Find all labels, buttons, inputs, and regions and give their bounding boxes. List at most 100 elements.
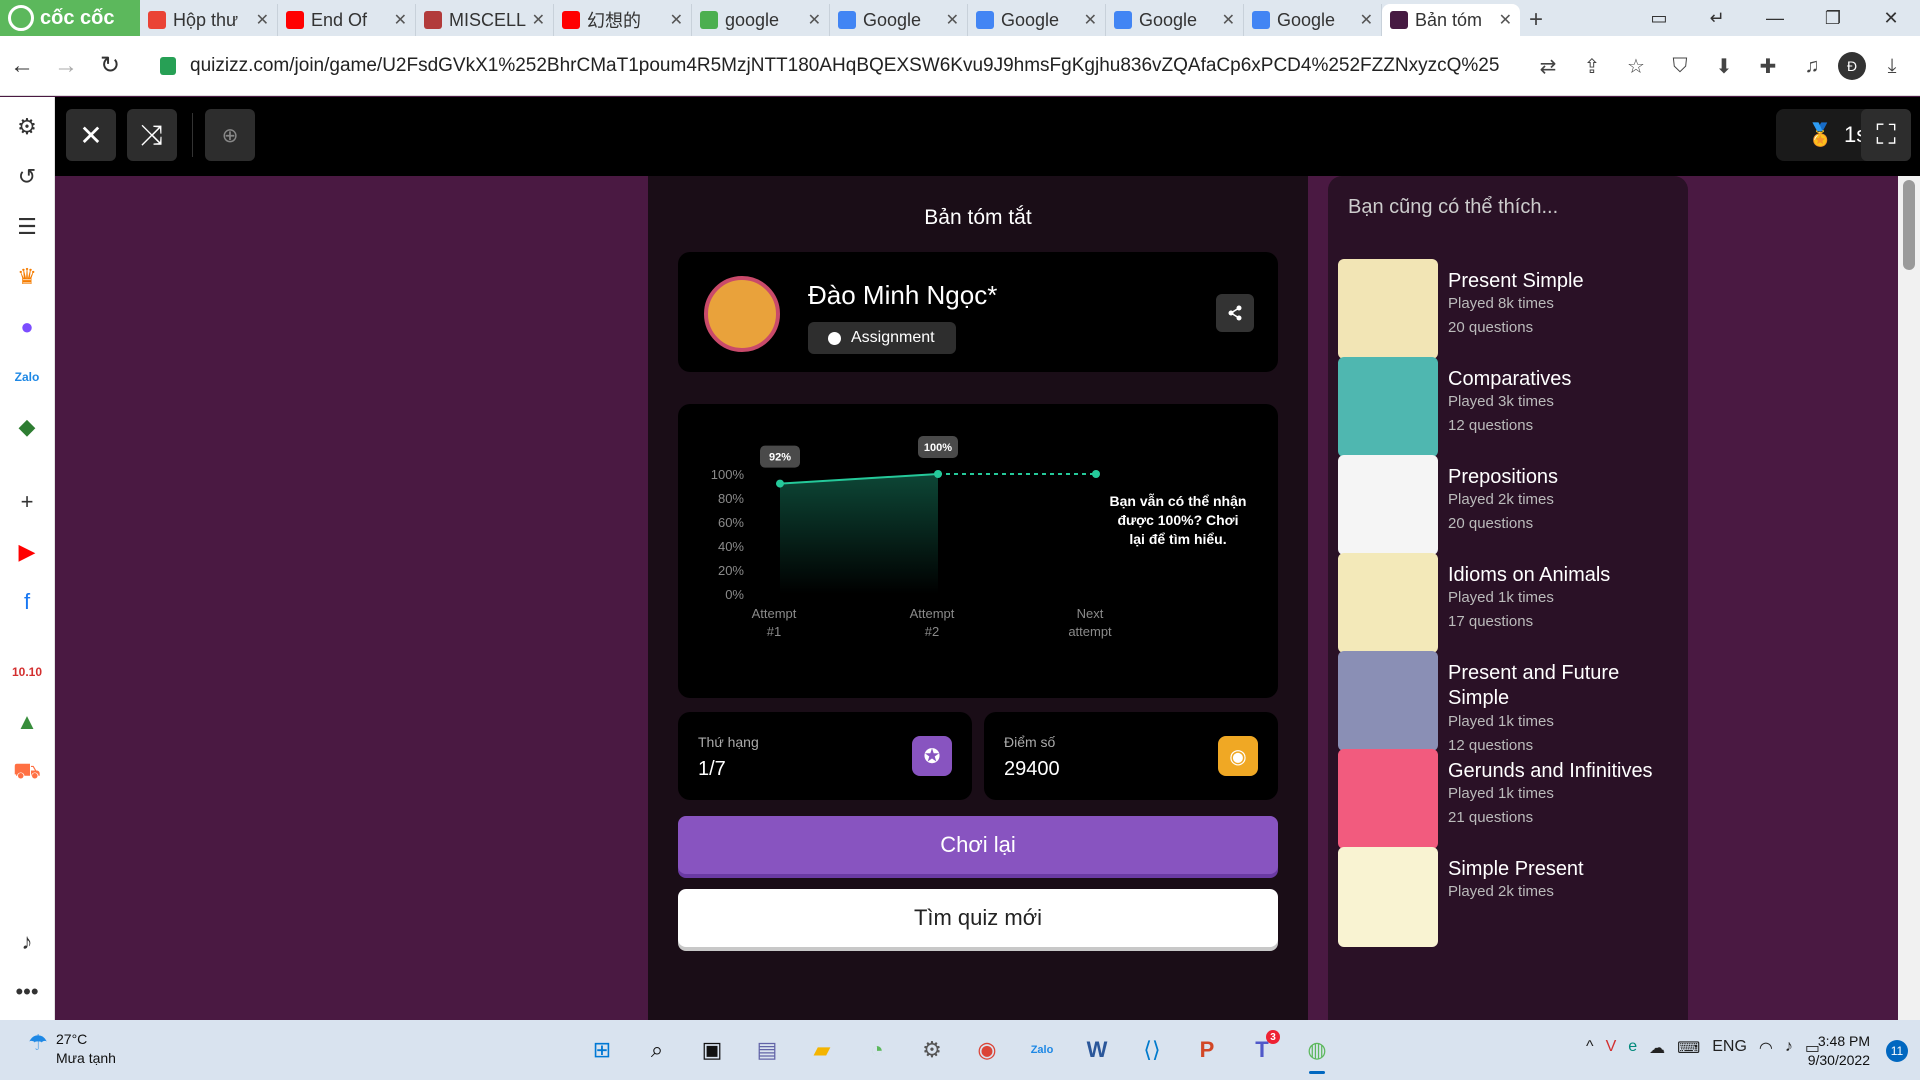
recommendation-item[interactable]: Idioms on Animals Played 1k times 17 quest… (1338, 553, 1678, 655)
shield-icon[interactable]: ⛉ (1662, 46, 1698, 86)
find-new-quiz-button[interactable]: Tìm quiz mới (678, 889, 1278, 947)
browser-tab[interactable]: Google ✕ (1106, 4, 1244, 36)
zalo-taskbar-icon[interactable]: Zalo (1022, 1030, 1062, 1070)
powerpoint-icon[interactable]: P (1187, 1030, 1227, 1070)
cloud-icon[interactable]: ☁ (1649, 1038, 1665, 1058)
tab-close-icon[interactable]: ✕ (808, 10, 821, 30)
media-icon[interactable]: ♫ (1794, 46, 1830, 86)
minimize-button[interactable]: — (1746, 8, 1804, 29)
tab-close-icon[interactable]: ✕ (670, 10, 683, 30)
zalo-icon[interactable]: Zalo (12, 362, 42, 392)
cart-icon[interactable]: ⛟ (12, 757, 42, 787)
recommendation-item[interactable]: Comparatives Played 3k times 12 questions (1338, 357, 1678, 459)
browser-tab[interactable]: Google ✕ (968, 4, 1106, 36)
download-icon[interactable]: ⬇ (1706, 46, 1742, 86)
youtube-icon[interactable]: ▶ (12, 537, 42, 567)
antivirus-icon[interactable]: V (1606, 1038, 1617, 1058)
tab-close-icon[interactable]: ✕ (394, 10, 407, 30)
close-window-button[interactable]: ✕ (1862, 8, 1920, 29)
share-button[interactable] (1216, 294, 1254, 332)
new-tab-button[interactable]: + (1520, 4, 1552, 36)
tab-close-icon[interactable]: ✕ (1360, 10, 1373, 30)
messenger-icon[interactable]: ● (12, 312, 42, 342)
tab-close-icon[interactable]: ✕ (1222, 10, 1235, 30)
teams-icon[interactable]: T3 (1242, 1030, 1282, 1070)
word-icon[interactable]: W (1077, 1030, 1117, 1070)
browser-tab[interactable]: End Of ✕ (278, 4, 416, 36)
wifi-icon[interactable]: ◠ (1759, 1038, 1773, 1058)
shop-sale-icon[interactable]: 10.10 (12, 657, 42, 687)
more-dots-icon[interactable]: ••• (12, 977, 42, 1007)
translate-icon[interactable]: ⇄ (1530, 46, 1566, 86)
reload-button[interactable]: ↻ (88, 51, 132, 80)
vscode-icon[interactable]: ⟨⟩ (1132, 1030, 1172, 1070)
recommendations-title: Bạn cũng có thể thích... (1348, 196, 1559, 218)
gamepad-icon[interactable]: ◆ (12, 412, 42, 442)
coccoc-active-icon[interactable]: ◍ (1297, 1030, 1337, 1074)
shuffle-icon[interactable]: ⤨ (127, 109, 177, 161)
weather-widget[interactable]: ☂ 27°C Mưa tạnh (28, 1030, 116, 1068)
replay-button[interactable]: Chơi lại (678, 816, 1278, 874)
url-field[interactable]: quizizz.com/join/game/U2FsdGVkX1%252BhrC… (160, 46, 1500, 86)
fullscreen-button[interactable]: ⛶ (1861, 109, 1911, 161)
recommendation-item[interactable]: Simple Present Played 2k times (1338, 847, 1678, 949)
browser-tab[interactable]: Bản tóm ✕ (1382, 4, 1520, 36)
chevron-up-icon[interactable]: ^ (1586, 1038, 1594, 1058)
profile-avatar[interactable]: Đ (1838, 52, 1866, 80)
history-icon[interactable]: ↺ (12, 162, 42, 192)
system-clock[interactable]: 3:48 PM 9/30/2022 (1808, 1032, 1870, 1070)
coccoc-logo-icon (8, 5, 34, 31)
zoom-icon[interactable]: ⊕ (205, 109, 255, 161)
browser-tab[interactable]: 幻想的 ✕ (554, 4, 692, 36)
back-history-icon[interactable]: ↵ (1688, 8, 1746, 29)
chat-icon[interactable]: ▤ (747, 1030, 787, 1070)
settings-icon[interactable]: ⚙ (912, 1030, 952, 1070)
file-explorer-icon[interactable]: ▰ (802, 1030, 842, 1070)
settings-gear-icon[interactable]: ⚙ (12, 112, 42, 142)
tab-close-icon[interactable]: ✕ (1499, 10, 1512, 30)
browser-tab[interactable]: Google ✕ (830, 4, 968, 36)
education-cap-icon[interactable]: ▲ (12, 707, 42, 737)
browser-tab[interactable]: Google ✕ (1244, 4, 1382, 36)
facebook-icon[interactable]: f (12, 587, 42, 617)
tab-close-icon[interactable]: ✕ (532, 10, 545, 30)
tab-favicon-icon (286, 11, 304, 29)
downloads-tray-icon[interactable]: ⤓ (1874, 46, 1910, 86)
windows-start-icon[interactable]: ⊞ (582, 1030, 622, 1070)
bell-icon[interactable]: ♪ (12, 927, 42, 957)
crown-icon[interactable]: ♛ (12, 262, 42, 292)
search-icon[interactable]: ⌕ (637, 1030, 677, 1070)
add-sidebar-icon[interactable]: + (12, 487, 42, 517)
back-button[interactable]: ← (0, 52, 44, 80)
recommendation-item[interactable]: Gerunds and Infinitives Played 1k times 21… (1338, 749, 1678, 851)
page-scrollbar[interactable] (1898, 176, 1920, 1020)
browser-tab[interactable]: google ✕ (692, 4, 830, 36)
notification-count[interactable]: 11 (1886, 1040, 1908, 1062)
recommendation-title: Comparatives (1448, 368, 1572, 390)
browser-tab[interactable]: MISCELL ✕ (416, 4, 554, 36)
close-quiz-button[interactable]: ✕ (66, 109, 116, 161)
volume-icon[interactable]: ♪ (1785, 1038, 1793, 1058)
language-indicator[interactable]: ENG (1712, 1038, 1747, 1058)
browser-tab[interactable]: Hộp thư ✕ (140, 4, 278, 36)
task-view-icon[interactable]: ▣ (692, 1030, 732, 1070)
restore-button[interactable]: ❐ (1804, 8, 1862, 29)
tab-close-icon[interactable]: ✕ (1084, 10, 1097, 30)
forward-button[interactable]: → (44, 52, 88, 80)
tab-close-icon[interactable]: ✕ (946, 10, 959, 30)
extensions-icon[interactable]: ✚ (1750, 46, 1786, 86)
chrome-icon[interactable]: ◉ (967, 1030, 1007, 1070)
share-page-icon[interactable]: ⇪ (1574, 46, 1610, 86)
recommendation-item[interactable]: Present Simple Played 8k times 20 question… (1338, 259, 1678, 361)
app-tray-icon[interactable]: e (1628, 1038, 1637, 1058)
coccoc-taskbar-icon[interactable]: ◔ (857, 1030, 897, 1070)
recommendation-item[interactable]: Prepositions Played 2k times 20 questions (1338, 455, 1678, 557)
scrollbar-thumb[interactable] (1903, 180, 1915, 270)
reading-list-icon[interactable]: ☰ (12, 212, 42, 242)
tab-close-icon[interactable]: ✕ (256, 10, 269, 30)
tab-search-icon[interactable]: ▭ (1630, 8, 1688, 29)
browser-brand[interactable]: cốc cốc (0, 0, 140, 36)
recommendation-item[interactable]: Present and Future Simple Played 1k times… (1338, 651, 1678, 754)
keyboard-icon[interactable]: ⌨ (1677, 1038, 1700, 1058)
bookmark-star-icon[interactable]: ☆ (1618, 46, 1654, 86)
